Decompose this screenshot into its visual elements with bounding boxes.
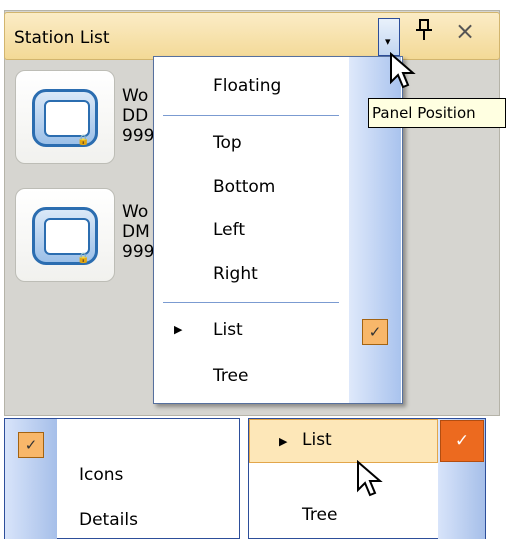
menu-separator — [163, 302, 339, 303]
close-icon[interactable]: × — [455, 17, 475, 45]
station-icon-tile[interactable]: 🔒 — [15, 188, 115, 282]
submenu-arrow-icon: ▶ — [279, 435, 288, 448]
menu-item-icons[interactable]: Icons — [79, 465, 123, 485]
menu-item-tree[interactable]: Tree — [213, 366, 248, 386]
menu-item-top[interactable]: Top — [213, 133, 242, 153]
menu-item-tree[interactable]: Tree — [302, 505, 337, 525]
submenu-arrow-icon: ▶ — [174, 323, 183, 336]
monitor-icon: 🔒 — [32, 207, 98, 265]
menu-item-details[interactable]: Details — [79, 510, 138, 530]
checkmark-icon: ✓ — [362, 319, 388, 345]
menu-item-bottom[interactable]: Bottom — [213, 177, 275, 197]
panel-title: Station List — [14, 28, 110, 48]
pin-icon[interactable] — [414, 18, 434, 48]
menu-item-list[interactable]: List — [302, 430, 332, 450]
chevron-down-icon: ▾ — [385, 35, 391, 48]
checkmark-icon: ✓ — [440, 420, 484, 462]
panel-position-dropdown-button[interactable]: ▾ — [378, 18, 400, 56]
menu-item-list[interactable]: List — [213, 320, 243, 340]
menu-item-floating[interactable]: Floating — [213, 76, 281, 96]
mouse-cursor-icon — [390, 52, 416, 89]
menu-separator — [163, 115, 339, 116]
monitor-icon: 🔒 — [32, 89, 98, 147]
station-icon-tile[interactable]: 🔒 — [15, 70, 115, 164]
mouse-cursor-icon — [357, 460, 383, 497]
menu-item-right[interactable]: Right — [213, 264, 258, 284]
menu-item-list-highlight[interactable] — [249, 419, 438, 463]
menu-item-left[interactable]: Left — [213, 220, 245, 240]
tooltip-panel-position: Panel Position — [368, 98, 506, 128]
checkmark-icon: ✓ — [18, 432, 44, 458]
